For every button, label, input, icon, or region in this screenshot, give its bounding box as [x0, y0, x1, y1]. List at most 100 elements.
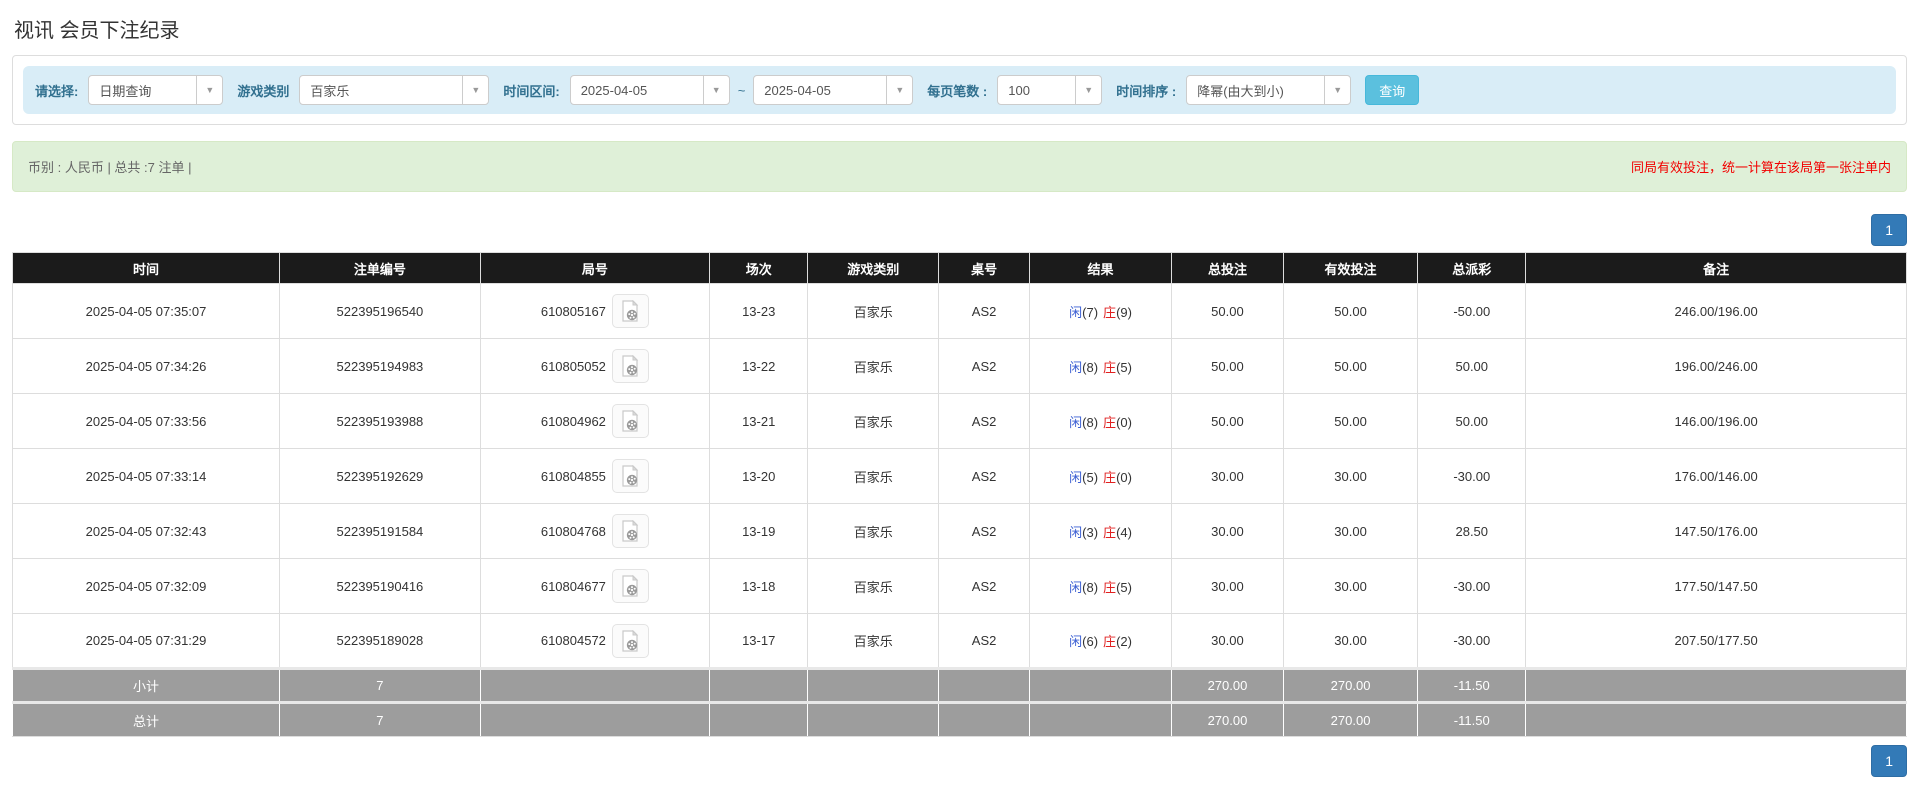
total-bet-link[interactable]: 50.00	[1171, 393, 1284, 449]
col-valid-bet: 有效投注	[1282, 252, 1419, 284]
date-to-value: 2025-04-05	[764, 82, 831, 98]
bet-time: 2025-04-05 07:35:07	[11, 283, 281, 339]
payout: -30.00	[1417, 448, 1527, 504]
chevron-down-icon[interactable]: ▼	[1324, 76, 1351, 104]
query-mode-label: 请选择:	[35, 83, 79, 99]
total-bet-link[interactable]: 30.00	[1171, 613, 1284, 669]
round-id: 610804768	[540, 523, 606, 539]
page-1-button[interactable]: 1	[1871, 745, 1907, 777]
video-replay-icon	[622, 575, 639, 597]
round-cell: 610804677	[479, 558, 710, 614]
remark: 176.00/146.00	[1525, 448, 1907, 504]
total-label: 总计	[11, 701, 281, 737]
bet-id: 522395192629	[279, 448, 481, 504]
banker-result-points: (2)	[1116, 634, 1132, 649]
table-footer: 小计 7 270.00 270.00 -11.50 总计 7 270.00 27…	[11, 667, 1907, 737]
video-replay-icon	[622, 465, 639, 487]
pagination-top: 1	[12, 214, 1907, 246]
banker-result-label: 庄	[1103, 359, 1117, 375]
session: 13-20	[708, 448, 809, 504]
payout: -50.00	[1417, 283, 1527, 339]
time-sort-label: 时间排序 :	[1116, 83, 1177, 99]
total-payout: -11.50	[1417, 701, 1527, 737]
date-from-select[interactable]: 2025-04-05 ▼	[569, 75, 730, 105]
time-range-label: 时间区间:	[503, 83, 560, 99]
remark: 177.50/147.50	[1525, 558, 1907, 614]
total-bet-link[interactable]: 50.00	[1171, 283, 1284, 339]
game-type-label: 游戏类别	[237, 83, 290, 99]
video-replay-icon	[622, 520, 639, 542]
total-bet-link[interactable]: 50.00	[1171, 338, 1284, 394]
game-type: 百家乐	[807, 283, 940, 339]
page-title: 视讯 会员下注纪录	[14, 20, 180, 42]
banker-result-points: (9)	[1116, 304, 1132, 320]
payout: 50.00	[1417, 338, 1527, 394]
video-replay-button[interactable]	[611, 569, 649, 603]
col-round-id: 局号	[479, 252, 710, 284]
chevron-down-icon[interactable]: ▼	[886, 76, 913, 104]
query-mode-value: 日期查询	[99, 83, 152, 99]
time-sort-select[interactable]: 降幂(由大到小) ▼	[1186, 75, 1352, 105]
payout: 50.00	[1417, 393, 1527, 449]
valid-bet: 30.00	[1282, 558, 1419, 614]
video-replay-button[interactable]	[611, 294, 649, 328]
chevron-down-icon[interactable]: ▼	[1075, 76, 1102, 104]
banker-result-points: (4)	[1116, 524, 1132, 540]
video-replay-icon	[622, 410, 639, 432]
remark: 147.50/176.00	[1525, 503, 1907, 559]
search-button[interactable]: 查询	[1365, 75, 1420, 105]
page-size-label: 每页笔数 :	[927, 83, 988, 99]
page-size-select[interactable]: 100 ▼	[997, 75, 1103, 105]
player-result-points: (8)	[1082, 359, 1099, 375]
result: 闲(8) 庄(5)	[1029, 338, 1173, 394]
game-type: 百家乐	[807, 338, 940, 394]
total-valid-bet: 270.00	[1282, 701, 1419, 737]
session: 13-17	[708, 613, 809, 669]
result: 闲(6) 庄(2)	[1029, 613, 1173, 669]
query-mode-select[interactable]: 日期查询 ▼	[88, 75, 224, 105]
payout: 28.50	[1417, 503, 1527, 559]
game-type-value: 百家乐	[310, 83, 350, 99]
player-result-points: (6)	[1082, 634, 1099, 649]
total-bet-link[interactable]: 30.00	[1171, 448, 1284, 504]
col-time: 时间	[11, 252, 281, 284]
time-sort-value: 降幂(由大到小)	[1197, 83, 1284, 99]
chevron-down-icon[interactable]: ▼	[702, 76, 729, 104]
valid-bet: 30.00	[1282, 613, 1419, 669]
chevron-down-icon[interactable]: ▼	[462, 76, 489, 104]
game-type: 百家乐	[807, 613, 940, 669]
video-replay-button[interactable]	[611, 349, 649, 383]
round-cell: 610804572	[479, 613, 710, 669]
video-replay-button[interactable]	[611, 514, 649, 548]
banker-result-label: 庄	[1103, 634, 1117, 649]
player-result-points: (7)	[1082, 304, 1099, 320]
video-replay-button[interactable]	[611, 623, 649, 658]
session: 13-21	[708, 393, 809, 449]
total-bet-link[interactable]: 30.00	[1171, 558, 1284, 614]
page-1-button[interactable]: 1	[1871, 214, 1907, 246]
session: 13-22	[708, 338, 809, 394]
banker-result-points: (5)	[1116, 579, 1132, 595]
video-replay-button[interactable]	[611, 459, 649, 493]
round-cell: 610805052	[479, 338, 710, 394]
player-result-points: (8)	[1082, 579, 1099, 595]
col-payout: 总派彩	[1417, 252, 1527, 284]
banker-result-label: 庄	[1103, 469, 1117, 485]
date-to-select[interactable]: 2025-04-05 ▼	[753, 75, 914, 105]
total-row: 总计 7 270.00 270.00 -11.50	[11, 701, 1907, 737]
bet-id: 522395194983	[279, 338, 481, 394]
bet-id: 522395189028	[279, 613, 481, 669]
currency-summary-text: 币别 : 人民币 | 总共 :7 注单 |	[28, 160, 192, 175]
col-bet-id: 注单编号	[279, 252, 481, 284]
table-number: AS2	[938, 338, 1031, 394]
video-replay-icon	[622, 629, 639, 652]
col-remark: 备注	[1525, 252, 1907, 284]
round-cell: 610804962	[479, 393, 710, 449]
filter-panel: 请选择: 日期查询 ▼ 游戏类别 百家乐 ▼ 时间区间: 2025-04-05 …	[12, 55, 1907, 125]
video-replay-icon	[622, 300, 639, 322]
total-bet-link[interactable]: 30.00	[1171, 503, 1284, 559]
chevron-down-icon[interactable]: ▼	[196, 76, 223, 104]
summary-bar: 币别 : 人民币 | 总共 :7 注单 | 同局有效投注，统一计算在该局第一张注…	[12, 141, 1907, 192]
video-replay-button[interactable]	[611, 404, 649, 438]
game-type-select[interactable]: 百家乐 ▼	[299, 75, 490, 105]
